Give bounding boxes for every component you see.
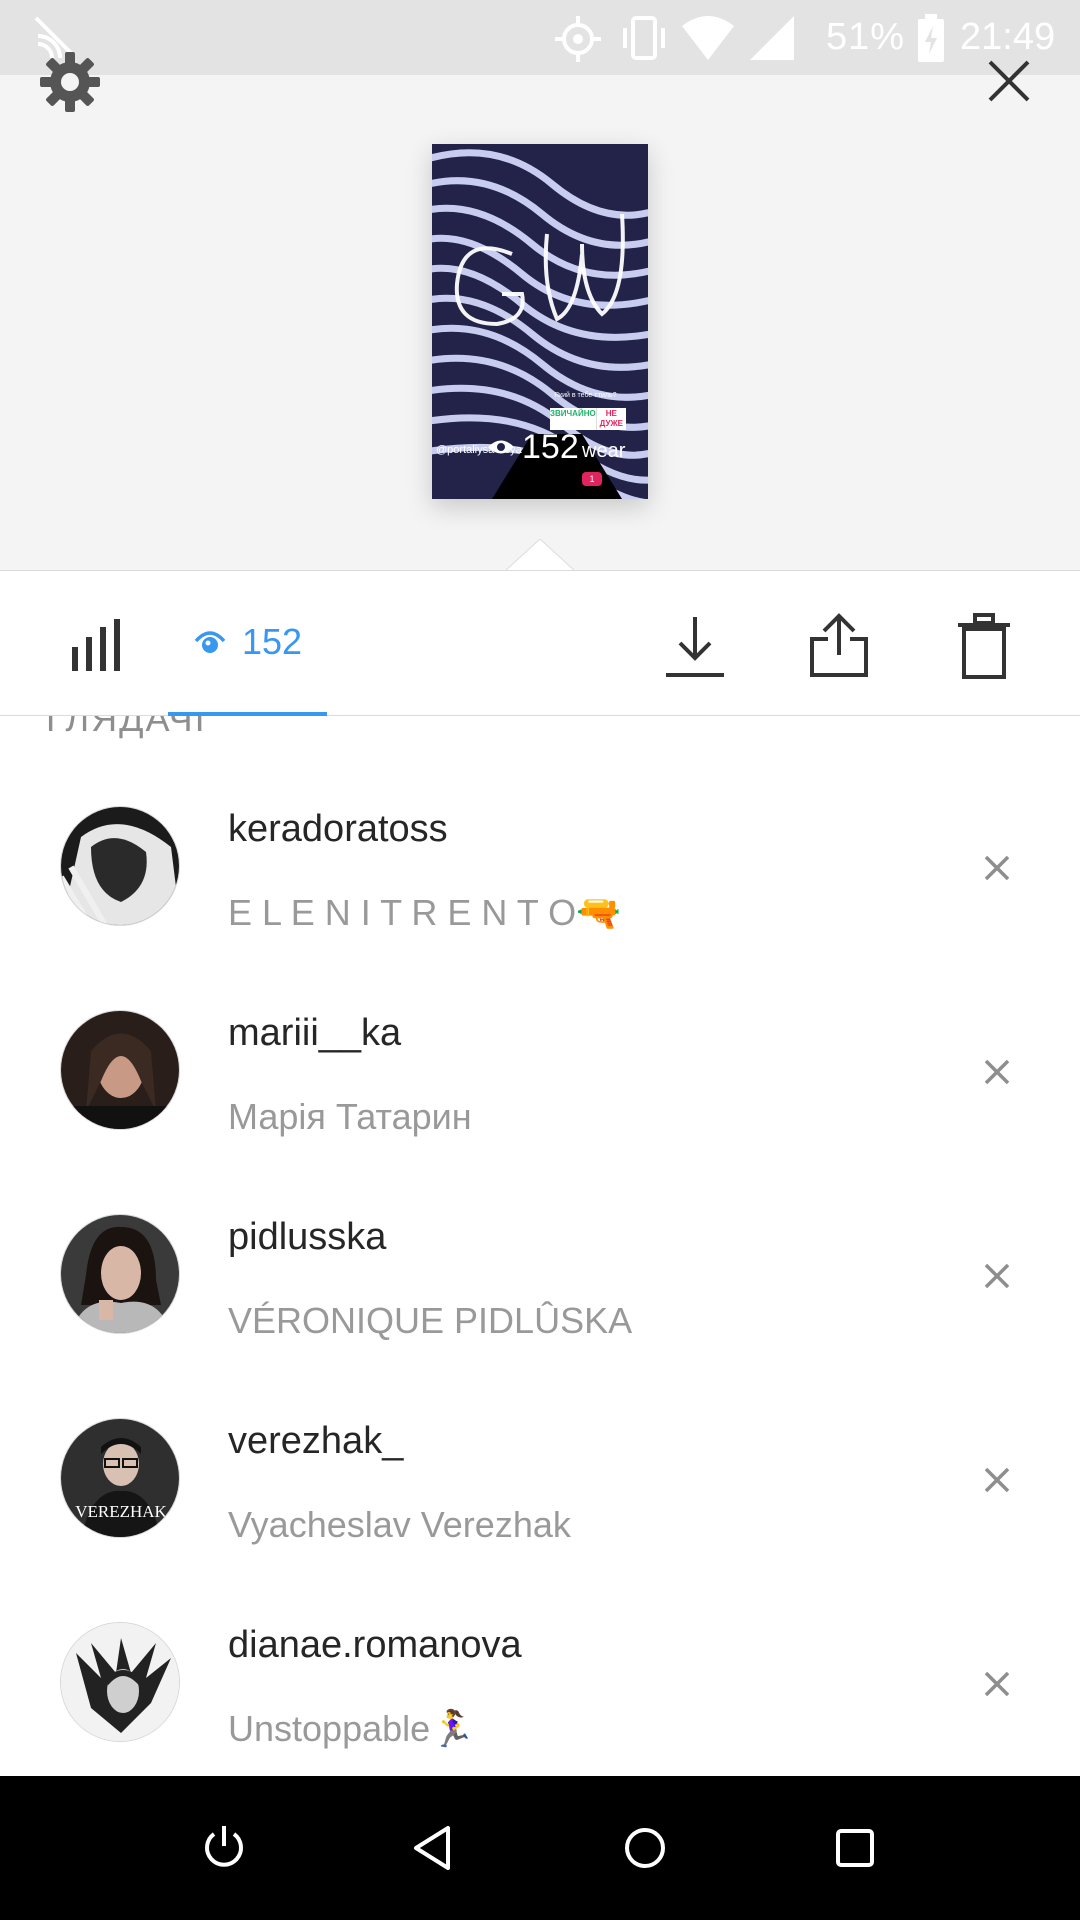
- avatar[interactable]: [60, 1010, 180, 1130]
- viewer-row[interactable]: pidlusska VÉRONIQUE PIDLÛSKA: [0, 1124, 1080, 1341]
- story-header: Який в тебе стиль? ЗВИЧАЙНО НЕ ДУЖЕ @por…: [0, 52, 1080, 575]
- battery-charging-icon: [918, 14, 944, 62]
- heart-count: 1: [589, 474, 595, 484]
- story-question-sticker: Який в тебе стиль?: [554, 392, 617, 399]
- eye-icon: [488, 440, 514, 454]
- bar-chart-icon[interactable]: [68, 617, 124, 673]
- viewer-username[interactable]: dianae.romanova: [228, 1624, 522, 1667]
- viewer-username[interactable]: mariii__ka: [228, 1012, 401, 1055]
- clock: 21:49: [960, 16, 1056, 58]
- vibrate-icon: [623, 16, 665, 60]
- share-icon[interactable]: [808, 613, 870, 679]
- viewer-username[interactable]: verezhak_: [228, 1420, 403, 1463]
- battery-percent: 51%: [826, 16, 906, 58]
- eye-icon: [194, 631, 226, 653]
- power-icon[interactable]: [198, 1822, 250, 1874]
- location-icon: [555, 16, 601, 62]
- avatar[interactable]: VEREZHAK: [60, 1418, 180, 1538]
- viewer-row[interactable]: mariii__ka Марія Татарин: [0, 920, 1080, 1137]
- remove-viewer-icon[interactable]: [980, 1463, 1014, 1497]
- viewer-row[interactable]: keradoratoss E L E N I T R E N T O🔫: [0, 716, 1080, 933]
- remove-viewer-icon[interactable]: [980, 1667, 1014, 1701]
- remove-viewer-icon[interactable]: [980, 1055, 1014, 1089]
- story-thumbnail[interactable]: Який в тебе стиль? ЗВИЧАЙНО НЕ ДУЖЕ @por…: [432, 144, 648, 499]
- viewer-username[interactable]: pidlusska: [228, 1216, 386, 1259]
- remove-viewer-icon[interactable]: [980, 1259, 1014, 1293]
- avatar[interactable]: [60, 1622, 180, 1742]
- close-icon[interactable]: [985, 57, 1033, 105]
- download-icon[interactable]: [664, 615, 726, 679]
- viewer-username[interactable]: keradoratoss: [228, 808, 448, 851]
- story-toolbar: 152: [0, 570, 1080, 716]
- trash-icon[interactable]: [958, 613, 1010, 679]
- viewer-row[interactable]: dianae.romanova Unstoppable🏃‍♀: [0, 1532, 1080, 1749]
- home-icon[interactable]: [619, 1822, 671, 1874]
- recents-icon[interactable]: [829, 1822, 881, 1874]
- poll-option-2: НЕ ДУЖЕ: [599, 409, 624, 428]
- viewers-list[interactable]: ГЛЯДАЧІ keradoratoss E L E N I T R E N T…: [0, 716, 1080, 1776]
- story-views-count: 152: [522, 428, 579, 466]
- story-poll-sticker: ЗВИЧАЙНО НЕ ДУЖЕ: [550, 408, 626, 430]
- poll-option-1: ЗВИЧАЙНО: [550, 408, 597, 430]
- viewer-full-name: Unstoppable🏃‍♀: [228, 1708, 475, 1749]
- gear-icon[interactable]: [35, 47, 105, 117]
- status-bar: 51% 21:49: [0, 0, 1080, 75]
- system-nav-bar: [0, 1776, 1080, 1920]
- story-heart-badge: 1: [582, 472, 602, 486]
- avatar-text: VEREZHAK: [75, 1502, 167, 1521]
- story-brand-text: wear: [582, 440, 626, 462]
- wifi-icon: [682, 16, 734, 60]
- back-icon[interactable]: [408, 1822, 460, 1874]
- signal-icon: [750, 14, 794, 60]
- remove-viewer-icon[interactable]: [980, 851, 1014, 885]
- avatar[interactable]: [60, 1214, 180, 1334]
- viewers-count: 152: [242, 621, 303, 662]
- viewer-row[interactable]: VEREZHAK verezhak_ Vyacheslav Verezhak: [0, 1328, 1080, 1545]
- avatar[interactable]: [60, 806, 180, 926]
- tab-viewers[interactable]: 152: [168, 571, 327, 716]
